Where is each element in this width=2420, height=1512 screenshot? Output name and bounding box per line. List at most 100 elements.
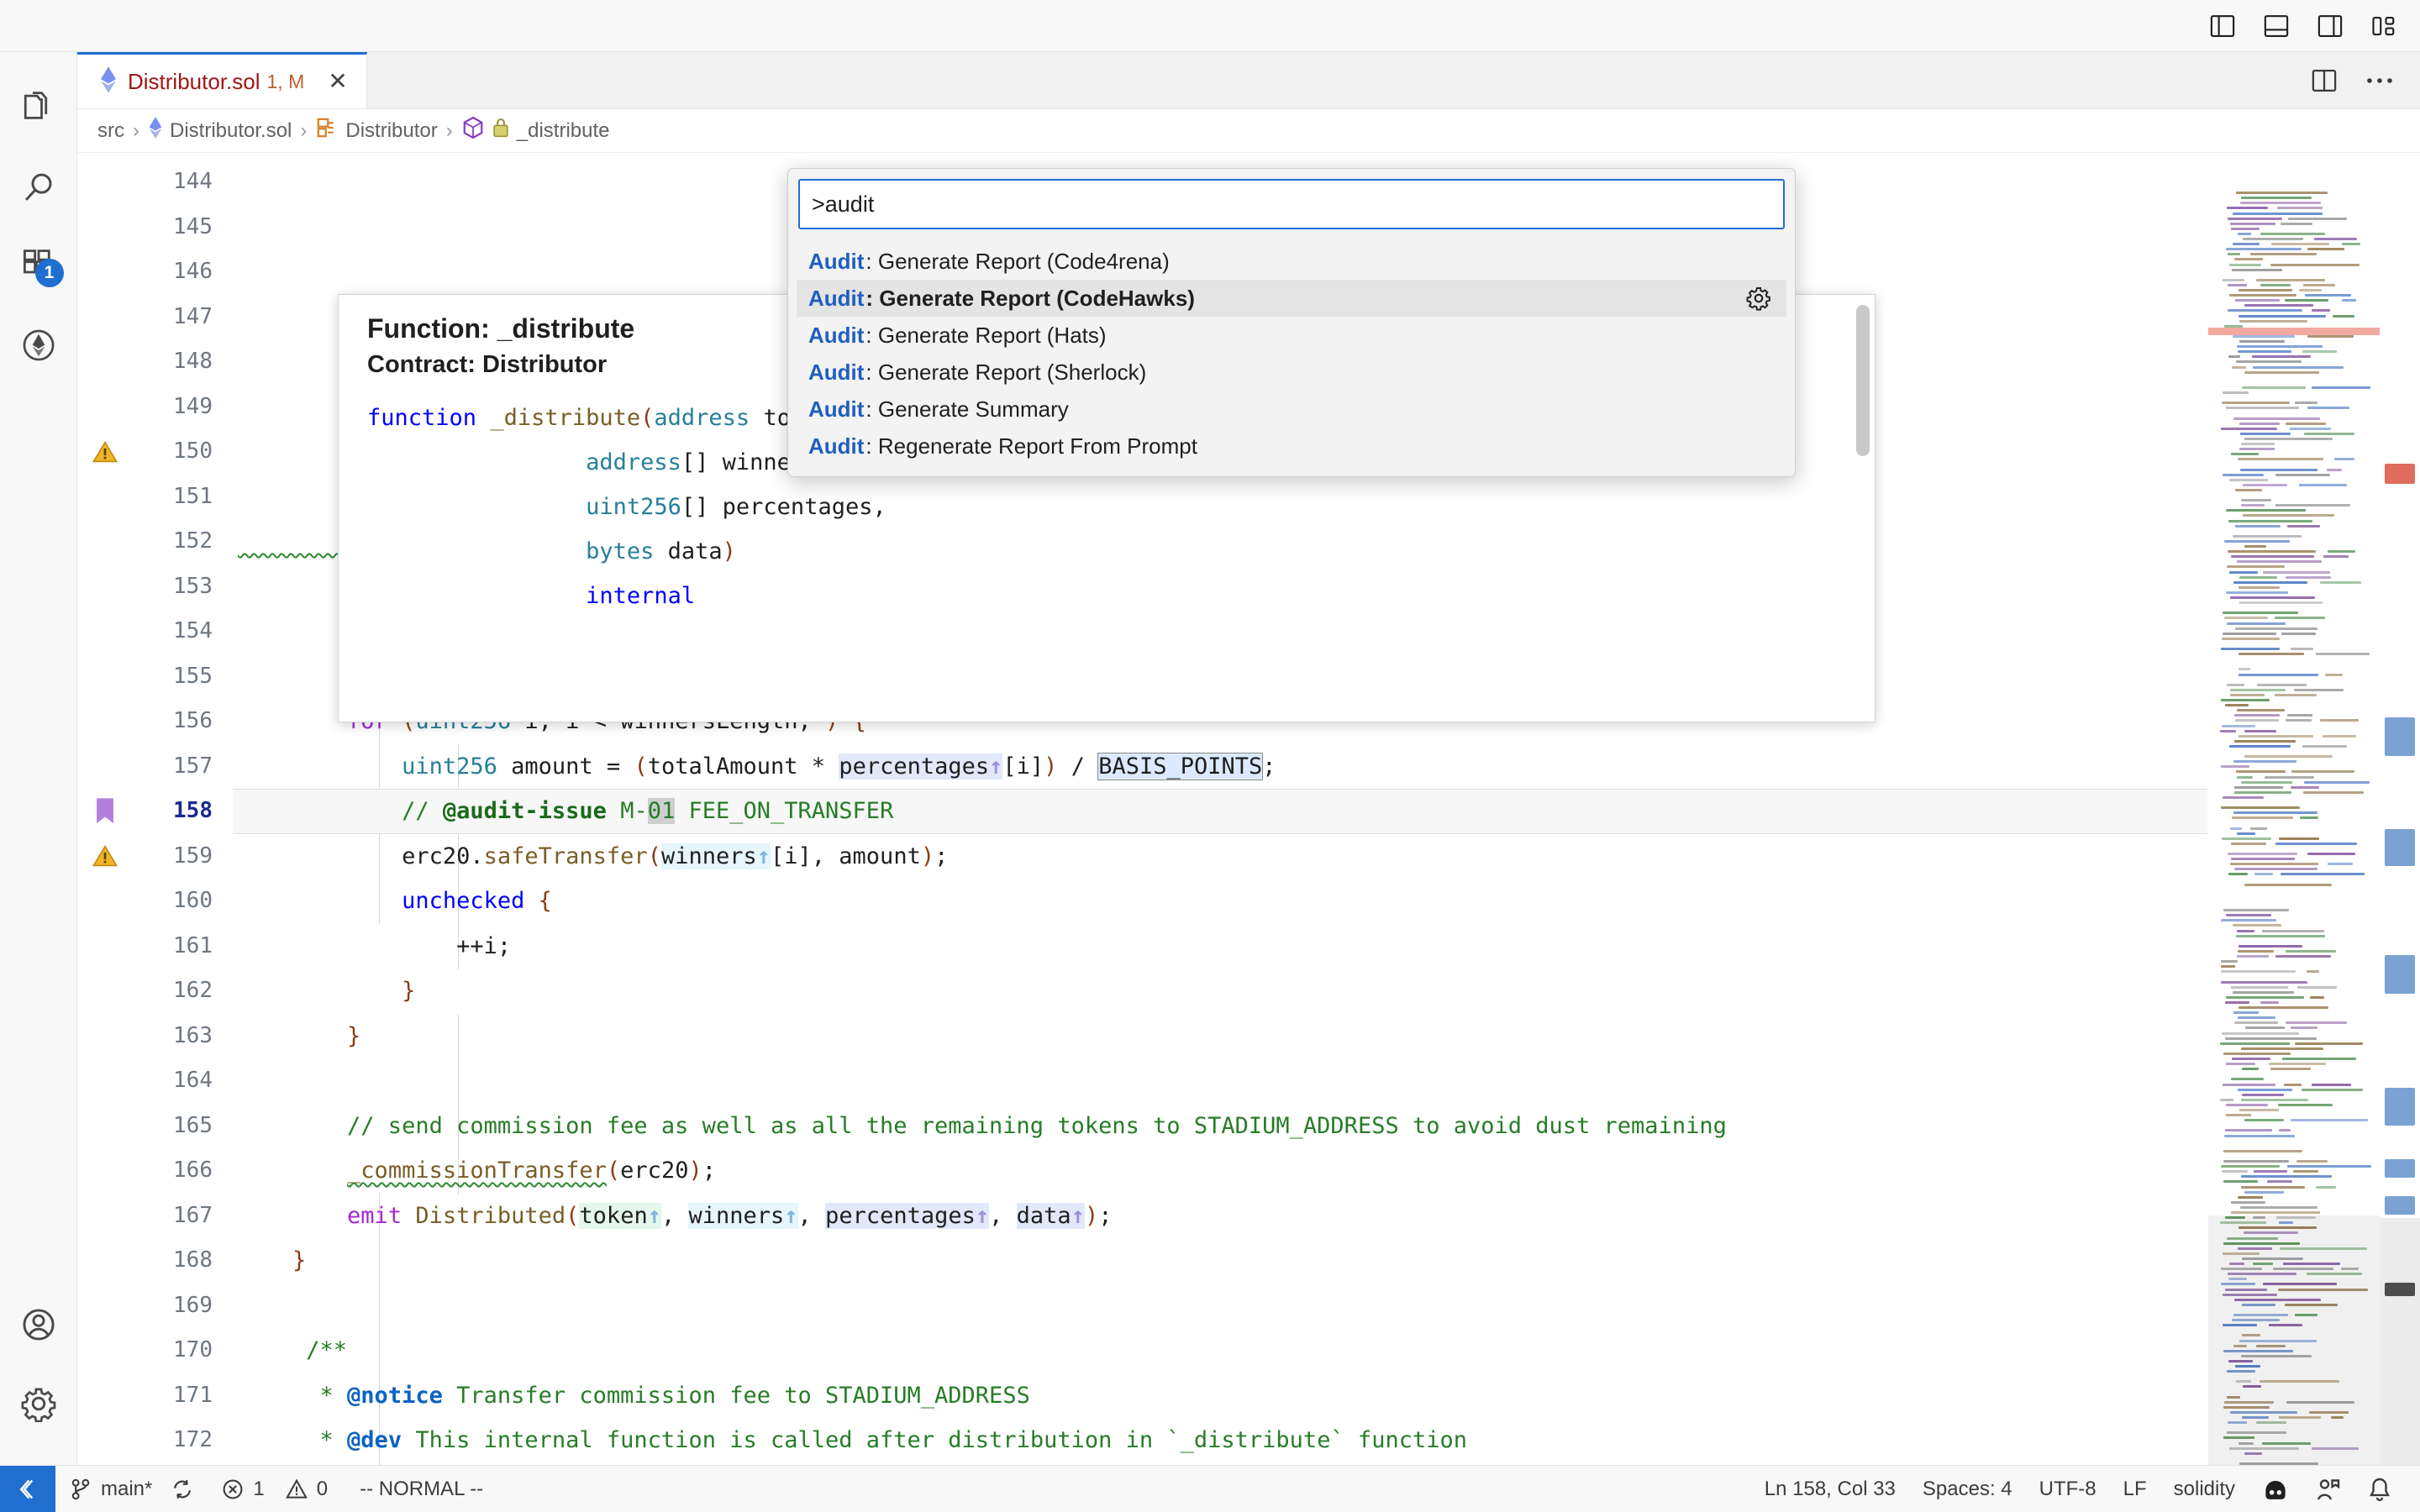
minimap-slider[interactable] <box>2208 1215 2380 1465</box>
code-line-160: unchecked { <box>233 879 2420 924</box>
extensions-icon[interactable]: 1 <box>0 227 77 306</box>
gutter-line: 155 <box>77 654 233 700</box>
code-editor[interactable]: 144 145 146 147 148 149 150 151 152 153 … <box>77 153 2420 1465</box>
minimap-line <box>2266 1180 2292 1184</box>
tab-distributor-sol[interactable]: Distributor.sol 1, M ✕ <box>77 52 367 108</box>
minimap-line <box>2291 785 2320 789</box>
minimap-line <box>2238 601 2323 605</box>
line-number: 160 <box>173 888 213 913</box>
toggle-secondary-sidebar-icon[interactable] <box>2316 12 2344 40</box>
palette-item-generate-report-sherlock[interactable]: Audit : Generate Report (Sherlock) <box>797 354 1786 391</box>
copilot-icon[interactable] <box>2249 1466 2302 1512</box>
minimap-line <box>2244 1026 2286 1030</box>
minimap[interactable] <box>2207 153 2380 1465</box>
code-text: // @audit-issue M-01 FEE_ON_TRANSFER <box>402 798 894 824</box>
minimap-line <box>2342 299 2357 302</box>
minimap-line <box>2222 837 2272 840</box>
scrollbar-slider[interactable] <box>2380 1218 2420 1465</box>
minimap-line <box>2234 714 2281 717</box>
warning-icon[interactable] <box>91 438 119 466</box>
explorer-icon[interactable] <box>0 69 77 148</box>
hover-scrollbar[interactable] <box>1856 305 1870 456</box>
gutter-line: 166 <box>77 1148 233 1194</box>
branch-status[interactable]: main* <box>55 1466 208 1512</box>
minimap-line <box>2294 688 2344 691</box>
breadcrumb-distribute[interactable]: _distribute <box>461 115 609 146</box>
palette-item-generate-summary[interactable]: Audit : Generate Summary <box>797 391 1786 428</box>
line-number: 144 <box>173 169 213 194</box>
minimap-line <box>2290 1119 2368 1122</box>
minimap-line <box>2310 995 2325 999</box>
palette-item-generate-report-code4rena[interactable]: Audit : Generate Report (Code4rena) <box>797 243 1786 280</box>
minimap-line <box>2235 299 2280 302</box>
minimap-line <box>2221 1032 2300 1035</box>
overview-ruler[interactable] <box>2380 153 2420 1465</box>
more-actions-icon[interactable] <box>2365 66 2395 96</box>
palette-item-generate-report-hats[interactable]: Audit : Generate Report (Hats) <box>797 317 1786 354</box>
minimap-line <box>2226 1103 2268 1106</box>
title-bar <box>0 0 2420 52</box>
code-line-167: emit Distributed(token↑, winners↑, perce… <box>233 1194 2420 1239</box>
settings-gear-icon[interactable] <box>0 1364 77 1443</box>
editor-language[interactable]: solidity <box>2160 1466 2249 1512</box>
gear-icon[interactable] <box>1744 284 1773 312</box>
feedback-icon[interactable] <box>2302 1466 2354 1512</box>
line-number: 148 <box>173 349 213 374</box>
minimap-line <box>2334 458 2354 461</box>
minimap-line <box>2262 929 2325 932</box>
minimap-line <box>2280 222 2312 225</box>
editor-gutter[interactable]: 144 145 146 147 148 149 150 151 152 153 … <box>77 153 233 1465</box>
problems-status[interactable]: 1 0 <box>208 1466 341 1512</box>
minimap-line <box>2244 545 2266 548</box>
gutter-line: 167 <box>77 1194 233 1239</box>
editor-indentation[interactable]: Spaces: 4 <box>1909 1466 2026 1512</box>
minimap-line <box>2234 1021 2278 1025</box>
gutter-line: 171 <box>77 1373 233 1419</box>
minimap-line <box>2239 1205 2317 1209</box>
split-editor-right-icon[interactable] <box>2309 66 2339 96</box>
bookmark-icon[interactable] <box>91 797 119 826</box>
breadcrumb-distributor-sol[interactable]: Distributor.sol <box>148 116 292 145</box>
search-icon[interactable] <box>0 148 77 227</box>
minimap-line <box>2307 248 2345 251</box>
toggle-primary-sidebar-icon[interactable] <box>2208 12 2237 40</box>
minimap-line <box>2295 1042 2364 1045</box>
minimap-line <box>2290 648 2313 650</box>
minimap-line <box>2302 790 2365 794</box>
solidity-icon[interactable] <box>0 306 77 385</box>
toggle-panel-icon[interactable] <box>2262 12 2291 40</box>
ruler-error-mark <box>2385 464 2415 484</box>
error-icon <box>221 1478 245 1501</box>
minimap-line <box>2232 243 2260 246</box>
palette-input-wrap <box>797 179 1786 229</box>
palette-item-regenerate-report-from-prompt[interactable]: Audit : Regenerate Report From Prompt <box>797 428 1786 465</box>
sync-icon[interactable] <box>171 1478 194 1501</box>
palette-input[interactable] <box>798 179 1785 229</box>
minimap-line <box>2287 1165 2372 1168</box>
layout-controls <box>2208 12 2398 40</box>
breadcrumb-distributor[interactable]: Distributor <box>315 116 438 145</box>
minimap-line <box>2223 795 2265 799</box>
minimap-line <box>2220 980 2307 984</box>
minimap-line <box>2260 283 2291 286</box>
accounts-icon[interactable] <box>0 1285 77 1364</box>
warning-icon[interactable] <box>91 842 119 870</box>
minimap-line <box>2238 1088 2293 1091</box>
editor-encoding[interactable]: UTF-8 <box>2026 1466 2110 1512</box>
minimap-line <box>2237 458 2324 461</box>
customize-layout-icon[interactable] <box>2370 12 2398 40</box>
minimap-line <box>2327 550 2355 554</box>
editor-eol[interactable]: LF <box>2110 1466 2160 1512</box>
minimap-line <box>2234 739 2296 743</box>
palette-item-generate-report-codehawks[interactable]: Audit : Generate Report (CodeHawks) <box>797 280 1786 317</box>
gutter-line: 169 <box>77 1284 233 1329</box>
editor-position[interactable]: Ln 158, Col 33 <box>1751 1466 1909 1512</box>
close-icon[interactable]: ✕ <box>328 70 347 93</box>
minimap-line <box>2275 473 2331 476</box>
minimap-line <box>2249 827 2268 830</box>
minimap-line <box>2240 197 2312 200</box>
breadcrumb-src[interactable]: src <box>97 119 124 143</box>
notifications-bell-icon[interactable] <box>2354 1466 2405 1512</box>
remote-indicator[interactable] <box>0 1465 55 1512</box>
minimap-line <box>2225 509 2307 512</box>
